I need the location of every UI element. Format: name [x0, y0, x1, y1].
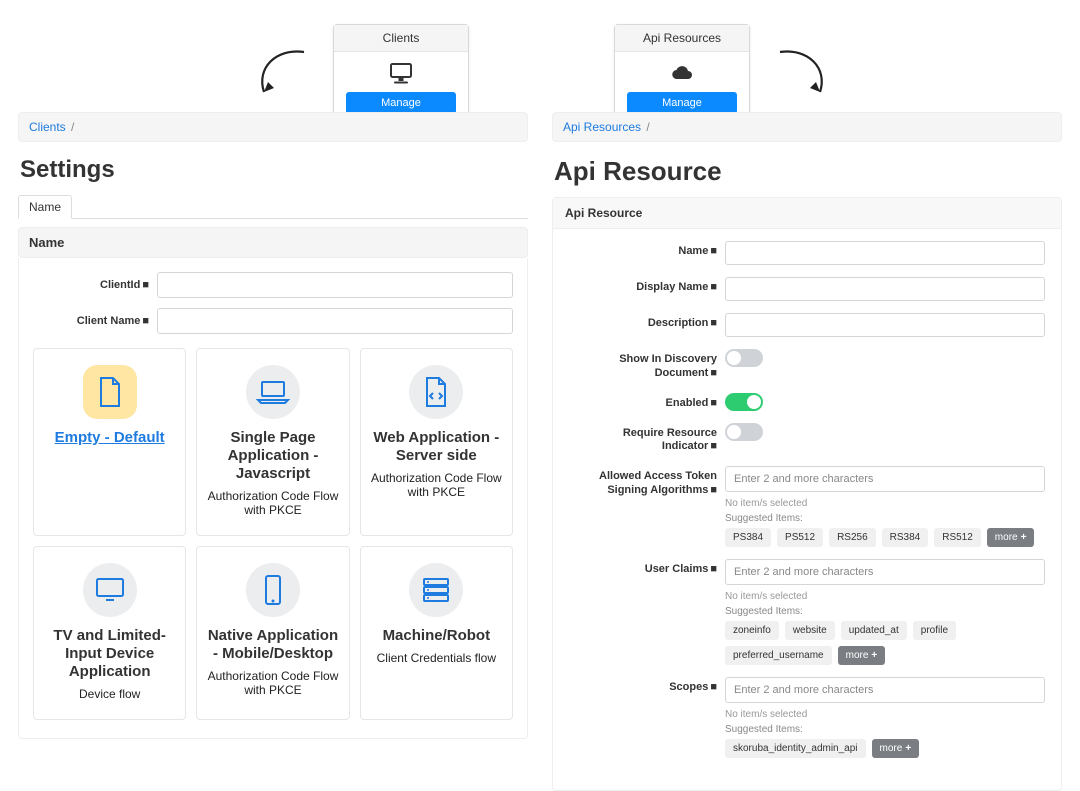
api-resource-form: Name■ Display Name■ Description■ Show In… — [553, 229, 1061, 790]
tile-subtitle: Authorization Code Flow with PKCE — [371, 471, 502, 499]
suggestion-chip[interactable]: RS256 — [829, 528, 876, 547]
card-api-resources-title: Api Resources — [615, 25, 749, 52]
tile-title: Web Application - Server side — [371, 429, 502, 465]
suggested-header-algs: Suggested Items: — [725, 513, 1045, 524]
tile-title: Native Application - Mobile/Desktop — [207, 627, 338, 663]
desktop-icon — [334, 52, 468, 92]
tv-icon — [83, 563, 137, 617]
card-api-resources: Api Resources Manage — [614, 24, 750, 123]
arrow-right-icon — [768, 40, 838, 110]
client-type-tile-spa[interactable]: Single Page Application - Javascript Auth… — [196, 348, 349, 536]
tile-subtitle: Device flow — [44, 687, 175, 701]
card-clients: Clients Manage — [333, 24, 469, 123]
tile-title: TV and Limited-Input Device Application — [44, 627, 175, 681]
page-title-settings: Settings — [20, 156, 526, 184]
label-clientname: Client Name■ — [33, 315, 157, 327]
section-header-name: Name — [18, 227, 528, 258]
settings-tabs: Name — [18, 194, 528, 219]
suggestion-chip[interactable]: profile — [913, 621, 956, 640]
input-api-display-name[interactable] — [725, 277, 1045, 301]
toggle-show-in-disco[interactable] — [725, 349, 763, 367]
label-api-name: Name■ — [569, 241, 725, 265]
client-type-tile-empty[interactable]: Empty - Default — [33, 348, 186, 536]
breadcrumb-separator: / — [644, 120, 651, 134]
client-type-grid: Empty - Default Single Page Application -… — [33, 348, 513, 720]
input-scopes[interactable]: Enter 2 and more characters — [725, 677, 1045, 703]
client-type-tile-tv[interactable]: TV and Limited-Input Device Application D… — [33, 546, 186, 720]
suggestion-chip[interactable]: zoneinfo — [725, 621, 779, 640]
input-user-claims[interactable]: Enter 2 and more characters — [725, 559, 1045, 585]
breadcrumb-clients-link[interactable]: Clients — [29, 120, 66, 134]
code-file-icon — [409, 365, 463, 419]
suggested-header-claims: Suggested Items: — [725, 606, 1045, 617]
card-clients-manage-button[interactable]: Manage — [346, 92, 456, 114]
suggested-header-scopes: Suggested Items: — [725, 724, 1045, 735]
clients-settings-panel: Clients / Settings Name Name ClientId■ C… — [18, 112, 528, 791]
panel-header-api-resource: Api Resource — [553, 198, 1061, 229]
tab-name[interactable]: Name — [18, 195, 72, 219]
label-require-resource-indicator: Require Resource Indicator■ — [569, 423, 725, 455]
more-button[interactable]: more+ — [987, 528, 1035, 547]
chips-claims: zoneinfo website updated_at profile preferre… — [725, 621, 1045, 665]
more-button[interactable]: more+ — [838, 646, 886, 665]
input-allowed-sign-algs[interactable]: Enter 2 and more characters — [725, 466, 1045, 492]
label-clientid: ClientId■ — [33, 279, 157, 291]
client-type-tile-native[interactable]: Native Application - Mobile/DesktopAutho… — [196, 546, 349, 720]
breadcrumb-clients: Clients / — [18, 112, 528, 142]
mobile-icon — [246, 563, 300, 617]
arrow-left-icon — [246, 40, 316, 110]
toggle-require-resource-indicator[interactable] — [725, 423, 763, 441]
tile-title: Machine/Robot — [371, 627, 502, 645]
page-title-api-resource: Api Resource — [554, 156, 1060, 187]
tile-title: Empty - Default — [44, 429, 175, 447]
suggestion-chip[interactable]: skoruba_identity_admin_api — [725, 739, 866, 758]
suggestion-chip[interactable]: PS384 — [725, 528, 771, 547]
label-user-claims: User Claims■ — [569, 559, 725, 665]
chips-algs: PS384 PS512 RS256 RS384 RS512 more+ — [725, 528, 1045, 547]
note-no-items-algs: No item/s selected — [725, 498, 1045, 509]
label-allowed-sign-algs: Allowed Access Token Signing Algorithms■ — [569, 466, 725, 547]
client-type-tile-machine[interactable]: Machine/Robot Client Credentials flow — [360, 546, 513, 720]
card-api-manage-button[interactable]: Manage — [627, 92, 737, 114]
input-api-description[interactable] — [725, 313, 1045, 337]
chips-scopes: skoruba_identity_admin_api more+ — [725, 739, 1045, 758]
breadcrumb-api-link[interactable]: Api Resources — [563, 120, 641, 134]
suggestion-chip[interactable]: website — [785, 621, 835, 640]
label-api-description: Description■ — [569, 313, 725, 337]
breadcrumb-separator: / — [69, 120, 76, 134]
label-enabled: Enabled■ — [569, 393, 725, 411]
laptop-icon — [246, 365, 300, 419]
api-resource-panel: Api Resources / Api Resource Api Resourc… — [552, 112, 1062, 791]
label-api-display-name: Display Name■ — [569, 277, 725, 301]
input-clientname[interactable] — [157, 308, 513, 334]
tile-title: Single Page Application - Javascript — [207, 429, 338, 483]
suggestion-chip[interactable]: RS384 — [882, 528, 929, 547]
suggestion-chip[interactable]: updated_at — [841, 621, 907, 640]
suggestion-chip[interactable]: preferred_username — [725, 646, 832, 665]
settings-form: ClientId■ Client Name■ Empty - Default Si… — [18, 258, 528, 739]
card-clients-title: Clients — [334, 25, 468, 52]
tile-subtitle: Client Credentials flow — [371, 651, 502, 665]
client-type-tile-web[interactable]: Web Application - Server side Authorizati… — [360, 348, 513, 536]
note-no-items-scopes: No item/s selected — [725, 709, 1045, 720]
note-no-items-claims: No item/s selected — [725, 591, 1045, 602]
more-button[interactable]: more+ — [872, 739, 920, 758]
tile-subtitle: Authorization Code Flow with PKCE — [207, 489, 338, 517]
suggestion-chip[interactable]: RS512 — [934, 528, 981, 547]
server-icon — [409, 563, 463, 617]
file-icon — [83, 365, 137, 419]
input-clientid[interactable] — [157, 272, 513, 298]
toggle-enabled[interactable] — [725, 393, 763, 411]
cloud-icon — [615, 52, 749, 92]
label-scopes: Scopes■ — [569, 677, 725, 758]
breadcrumb-api: Api Resources / — [552, 112, 1062, 142]
input-api-name[interactable] — [725, 241, 1045, 265]
suggestion-chip[interactable]: PS512 — [777, 528, 823, 547]
label-show-in-disco: Show In Discovery Document■ — [569, 349, 725, 381]
